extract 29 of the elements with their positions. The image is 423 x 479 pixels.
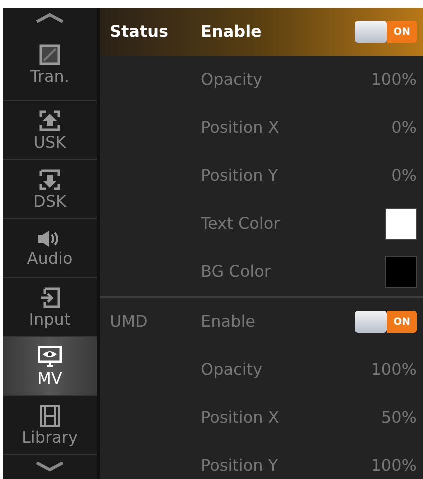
setting-label: BG Color xyxy=(201,261,272,283)
setting-value: 100% xyxy=(371,69,417,91)
input-icon xyxy=(39,286,61,309)
sidebar-tab[interactable]: MV xyxy=(3,337,97,396)
setting-label: Opacity xyxy=(201,359,264,381)
chevron-up-icon[interactable] xyxy=(35,12,65,23)
setting-label: Opacity xyxy=(201,69,264,91)
setting-label: Enable xyxy=(201,21,263,43)
square-icon xyxy=(39,44,61,66)
setting-value: 100% xyxy=(371,455,417,477)
setting-label: Text Color xyxy=(201,213,282,235)
upload-icon xyxy=(39,110,61,132)
setting-value: 0% xyxy=(392,165,417,187)
monitor-eye-icon xyxy=(38,346,62,368)
setting-value: 0% xyxy=(392,117,417,139)
setting-value: 100% xyxy=(371,359,417,381)
chevron-down-icon[interactable] xyxy=(35,462,65,472)
film-icon xyxy=(40,404,60,427)
section-title: Status xyxy=(109,21,170,43)
setting-label: Position X xyxy=(201,407,280,429)
section-title: UMD xyxy=(109,311,149,333)
color-swatch[interactable] xyxy=(385,208,417,240)
setting-label: Position Y xyxy=(201,165,280,187)
color-swatch[interactable] xyxy=(385,256,417,288)
setting-label: Position X xyxy=(201,117,280,139)
setting-label: Enable xyxy=(201,311,256,333)
download-icon xyxy=(39,168,61,191)
setting-label: Position Y xyxy=(201,455,280,477)
setting-value: 50% xyxy=(381,407,417,429)
